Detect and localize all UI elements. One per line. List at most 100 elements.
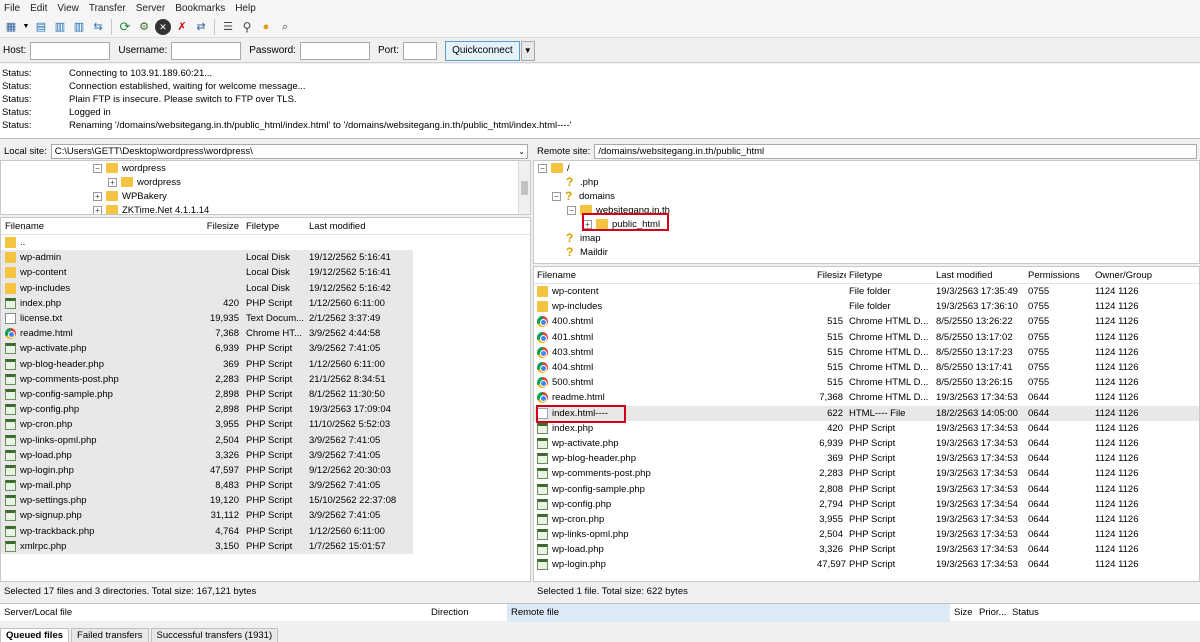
collapse-icon[interactable]: − (552, 191, 561, 201)
password-input[interactable] (299, 41, 370, 60)
tree-node[interactable]: ? .php (566, 175, 599, 189)
filter-icon[interactable]: ☰ (220, 19, 236, 35)
tree-node[interactable]: − wordpress (93, 161, 166, 175)
tree-node[interactable]: + wordpress (108, 175, 181, 189)
expand-icon[interactable]: + (108, 177, 117, 187)
col-permissions[interactable]: Permissions (1026, 270, 1093, 281)
table-row[interactable]: wp-login.php 47,597 PHP Script 19/3/2563 17… (534, 557, 1199, 572)
table-row[interactable]: wp-load.php 3,326 PHP Script 19/3/2563 17:3… (534, 542, 1199, 557)
table-row[interactable]: wp-includes File folder 19/3/2563 17:36:10… (534, 299, 1199, 314)
menu-file[interactable]: File (4, 3, 20, 14)
col-last-modified[interactable]: Last modified (934, 270, 1026, 281)
table-row[interactable]: wp-admin Local Disk 19/12/2562 5:16:41 (1, 250, 413, 266)
local-path-input[interactable]: C:\Users\GETT\Desktop\wordpress\wordpres… (50, 143, 528, 159)
table-row[interactable]: 404.shtml 515 Chrome HTML D... 8/5/2550 13:… (534, 360, 1199, 375)
search-icon[interactable]: ⚲ (239, 19, 255, 35)
table-row[interactable]: wp-config-sample.php 2,898 PHP Script 8/1/2… (1, 386, 413, 403)
expand-icon[interactable]: + (93, 205, 102, 214)
reconnect-icon[interactable]: ⇄ (193, 19, 209, 35)
collapse-icon[interactable]: − (567, 205, 576, 215)
table-row[interactable]: wp-comments-post.php 2,283 PHP Script 19/3/… (534, 466, 1199, 481)
tree-node[interactable]: − / (538, 161, 570, 175)
tree-node[interactable]: − websitegang.in.th (567, 203, 670, 217)
table-row[interactable]: readme.html 7,368 Chrome HT... 3/9/2562 4:4… (1, 326, 413, 342)
menu-bookmarks[interactable]: Bookmarks (175, 3, 225, 14)
remote-path-input[interactable]: /domains/websitegang.in.th/public_html (594, 143, 1197, 159)
collapse-icon[interactable]: − (93, 163, 102, 173)
table-row[interactable]: wp-activate.php 6,939 PHP Script 3/9/2562 7… (1, 341, 413, 357)
table-row[interactable]: wp-cron.php 3,955 PHP Script 19/3/2563 17:3… (534, 512, 1199, 527)
process-queue-icon[interactable]: ⚙ (136, 19, 152, 35)
tree-node[interactable]: −? domains (552, 189, 615, 203)
table-row[interactable]: 400.shtml 515 Chrome HTML D... 8/5/2550 13:… (534, 314, 1199, 329)
col-size[interactable]: Size (950, 607, 975, 618)
table-row[interactable]: wp-comments-post.php 2,283 PHP Script 21/1/… (1, 371, 413, 387)
quickconnect-dropdown-icon[interactable]: ▼ (520, 40, 535, 61)
table-row[interactable]: wp-signup.php 31,112 PHP Script 3/9/2562 7:… (1, 508, 413, 524)
table-row[interactable]: index.php 420 PHP Script 19/3/2563 17:34:53… (534, 421, 1199, 436)
table-row[interactable]: license.txt 19,935 Text Docum... 2/1/2562 3… (1, 310, 413, 327)
binoculars-icon[interactable]: ⌕ (277, 19, 293, 35)
table-row[interactable]: wp-settings.php 19,120 PHP Script 15/10/256… (1, 493, 413, 509)
toggle-remote-tree-icon[interactable]: ▥ (71, 19, 87, 35)
table-row[interactable]: wp-blog-header.php 369 PHP Script 19/3/2563… (534, 451, 1199, 466)
cancel-icon[interactable]: ✕ (155, 18, 171, 35)
table-row[interactable]: wp-config-sample.php 2,808 PHP Script 19/3/… (534, 481, 1199, 496)
chevron-down-icon[interactable]: ⌄ (518, 145, 527, 158)
col-filesize[interactable]: Filesize (817, 270, 846, 281)
col-filetype[interactable]: Filetype (846, 270, 934, 281)
scroll-thumb[interactable] (521, 181, 528, 195)
table-row[interactable]: xmlrpc.php 3,150 PHP Script 1/7/2562 15:01:… (1, 538, 413, 554)
col-server-local-file[interactable]: Server/Local file (0, 607, 427, 618)
table-row[interactable]: wp-links-opml.php 2,504 PHP Script 19/3/256… (534, 527, 1199, 542)
tab-failed-transfers[interactable]: Failed transfers (71, 628, 149, 642)
table-row[interactable]: 401.shtml 515 Chrome HTML D... 8/5/2550 13:… (534, 330, 1199, 345)
table-row[interactable]: wp-mail.php 8,483 PHP Script 3/9/2562 7:41:… (1, 478, 413, 494)
tree-node[interactable]: ? imap (566, 231, 601, 245)
table-row[interactable]: wp-login.php 47,597 PHP Script 9/12/2562 20… (1, 462, 413, 478)
table-row[interactable]: .. (1, 235, 413, 250)
table-row[interactable]: wp-links-opml.php 2,504 PHP Script 3/9/2562… (1, 432, 413, 448)
compare-icon[interactable]: ● (258, 19, 274, 35)
table-row[interactable]: wp-load.php 3,326 PHP Script 3/9/2562 7:41:… (1, 447, 413, 463)
table-row[interactable]: wp-trackback.php 4,764 PHP Script 1/12/2560… (1, 523, 413, 539)
col-filename[interactable]: Filename (534, 270, 817, 281)
table-row[interactable]: wp-activate.php 6,939 PHP Script 19/3/2563 … (534, 436, 1199, 451)
refresh-icon[interactable]: ⟳ (117, 19, 133, 35)
col-filesize[interactable]: Filesize (201, 221, 243, 232)
table-row[interactable]: wp-blog-header.php 369 PHP Script 1/12/2560… (1, 356, 413, 372)
tab-queued-files[interactable]: Queued files (0, 628, 70, 642)
table-row[interactable]: wp-content File folder 19/3/2563 17:35:49 0… (534, 284, 1199, 299)
table-row[interactable]: 403.shtml 515 Chrome HTML D... 8/5/2550 13:… (534, 345, 1199, 360)
menu-transfer[interactable]: Transfer (89, 3, 126, 14)
site-manager-icon[interactable]: ▦ (3, 19, 19, 35)
table-row[interactable]: wp-includes Local Disk 19/12/2562 5:16:42 (1, 280, 413, 296)
quickconnect-button[interactable]: Quickconnect (445, 40, 520, 61)
col-status[interactable]: Status (1008, 607, 1068, 618)
dropdown-arrow-icon[interactable]: ▼ (22, 19, 30, 35)
table-row[interactable]: wp-config.php 2,794 PHP Script 19/3/2563 17… (534, 497, 1199, 512)
tree-node[interactable]: + WPBakery (93, 189, 167, 203)
collapse-icon[interactable]: − (538, 163, 547, 173)
col-owner-group[interactable]: Owner/Group (1093, 270, 1193, 281)
col-filetype[interactable]: Filetype (243, 221, 306, 232)
username-input[interactable] (171, 41, 242, 60)
toggle-message-log-icon[interactable]: ▤ (33, 19, 49, 35)
port-input[interactable] (403, 41, 438, 60)
col-priority[interactable]: Prior... (975, 607, 1008, 618)
col-direction[interactable]: Direction (427, 607, 507, 618)
col-last-modified[interactable]: Last modified (306, 221, 411, 232)
menu-edit[interactable]: Edit (30, 3, 47, 14)
disconnect-icon[interactable]: ✗ (174, 19, 190, 35)
table-row[interactable]: wp-content Local Disk 19/12/2562 5:16:41 (1, 265, 413, 281)
tree-node[interactable]: ? Maildir (566, 245, 608, 259)
menu-view[interactable]: View (57, 3, 79, 14)
table-row[interactable]: index.html---- 622 HTML---- File 18/2/2563 … (534, 405, 1199, 421)
toggle-local-tree-icon[interactable]: ▥ (52, 19, 68, 35)
table-row[interactable]: wp-cron.php 3,955 PHP Script 11/10/2562 5:5… (1, 417, 413, 433)
tree-node[interactable]: + ZKTime.Net 4.1.1.14 (93, 203, 209, 214)
menu-server[interactable]: Server (136, 3, 165, 14)
table-row[interactable]: wp-config.php 2,898 PHP Script 19/3/2563 17… (1, 402, 413, 418)
expand-icon[interactable]: + (583, 219, 592, 229)
toggle-queue-icon[interactable]: ⇆ (90, 19, 106, 35)
